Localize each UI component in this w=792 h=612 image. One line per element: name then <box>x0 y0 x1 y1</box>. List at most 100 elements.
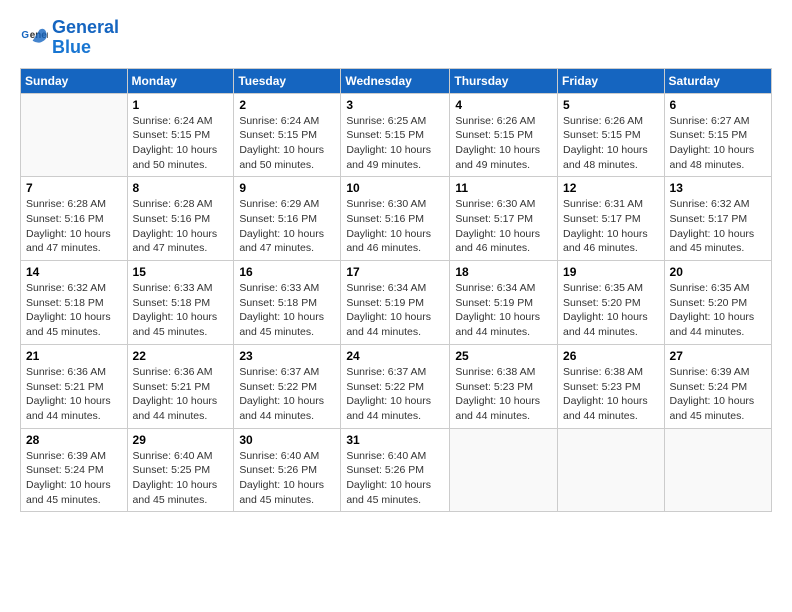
logo-icon: G eneral <box>20 24 48 52</box>
day-number: 1 <box>133 98 229 112</box>
day-number: 19 <box>563 265 659 279</box>
calendar-cell: 19 Sunrise: 6:35 AMSunset: 5:20 PMDayligh… <box>558 261 665 345</box>
day-number: 21 <box>26 349 122 363</box>
calendar-cell: 29 Sunrise: 6:40 AMSunset: 5:25 PMDayligh… <box>127 428 234 512</box>
day-number: 25 <box>455 349 552 363</box>
calendar-cell: 13 Sunrise: 6:32 AMSunset: 5:17 PMDayligh… <box>664 177 771 261</box>
day-number: 5 <box>563 98 659 112</box>
day-detail: Sunrise: 6:35 AMSunset: 5:20 PMDaylight:… <box>670 281 766 340</box>
svg-text:G: G <box>21 30 29 41</box>
day-number: 6 <box>670 98 766 112</box>
day-number: 27 <box>670 349 766 363</box>
weekday-header-saturday: Saturday <box>664 68 771 93</box>
calendar-cell: 8 Sunrise: 6:28 AMSunset: 5:16 PMDaylight… <box>127 177 234 261</box>
day-detail: Sunrise: 6:30 AMSunset: 5:17 PMDaylight:… <box>455 197 552 256</box>
day-detail: Sunrise: 6:24 AMSunset: 5:15 PMDaylight:… <box>239 114 335 173</box>
calendar-cell: 18Sunrise: 6:34 AMSunset: 5:19 PMDayligh… <box>450 261 558 345</box>
day-number: 12 <box>563 181 659 195</box>
calendar-cell: 21Sunrise: 6:36 AMSunset: 5:21 PMDayligh… <box>21 344 128 428</box>
header: G eneral GeneralBlue <box>20 18 772 58</box>
calendar-cell: 30 Sunrise: 6:40 AMSunset: 5:26 PMDayligh… <box>234 428 341 512</box>
calendar-cell: 1 Sunrise: 6:24 AMSunset: 5:15 PMDaylight… <box>127 93 234 177</box>
day-detail: Sunrise: 6:40 AMSunset: 5:25 PMDaylight:… <box>133 449 229 508</box>
calendar-week-row: 28 Sunrise: 6:39 AMSunset: 5:24 PMDayligh… <box>21 428 772 512</box>
day-detail: Sunrise: 6:39 AMSunset: 5:24 PMDaylight:… <box>670 365 766 424</box>
logo-text: GeneralBlue <box>52 18 119 58</box>
weekday-header-monday: Monday <box>127 68 234 93</box>
calendar-cell: 23Sunrise: 6:37 AMSunset: 5:22 PMDayligh… <box>234 344 341 428</box>
calendar-cell <box>558 428 665 512</box>
weekday-header-tuesday: Tuesday <box>234 68 341 93</box>
day-detail: Sunrise: 6:31 AMSunset: 5:17 PMDaylight:… <box>563 197 659 256</box>
calendar-header-row: SundayMondayTuesdayWednesdayThursdayFrid… <box>21 68 772 93</box>
day-number: 3 <box>346 98 444 112</box>
day-number: 9 <box>239 181 335 195</box>
calendar-week-row: 7 Sunrise: 6:28 AMSunset: 5:16 PMDaylight… <box>21 177 772 261</box>
day-detail: Sunrise: 6:39 AMSunset: 5:24 PMDaylight:… <box>26 449 122 508</box>
day-detail: Sunrise: 6:24 AMSunset: 5:15 PMDaylight:… <box>133 114 229 173</box>
day-number: 23 <box>239 349 335 363</box>
calendar-cell: 4Sunrise: 6:26 AMSunset: 5:15 PMDaylight… <box>450 93 558 177</box>
day-detail: Sunrise: 6:40 AMSunset: 5:26 PMDaylight:… <box>239 449 335 508</box>
day-detail: Sunrise: 6:36 AMSunset: 5:21 PMDaylight:… <box>133 365 229 424</box>
calendar-cell: 17 Sunrise: 6:34 AMSunset: 5:19 PMDayligh… <box>341 261 450 345</box>
day-number: 11 <box>455 181 552 195</box>
calendar-cell: 16Sunrise: 6:33 AMSunset: 5:18 PMDayligh… <box>234 261 341 345</box>
day-number: 15 <box>133 265 229 279</box>
day-detail: Sunrise: 6:28 AMSunset: 5:16 PMDaylight:… <box>133 197 229 256</box>
calendar-cell: 25Sunrise: 6:38 AMSunset: 5:23 PMDayligh… <box>450 344 558 428</box>
day-detail: Sunrise: 6:28 AMSunset: 5:16 PMDaylight:… <box>26 197 122 256</box>
calendar-cell: 9 Sunrise: 6:29 AMSunset: 5:16 PMDaylight… <box>234 177 341 261</box>
day-number: 17 <box>346 265 444 279</box>
day-detail: Sunrise: 6:37 AMSunset: 5:22 PMDaylight:… <box>346 365 444 424</box>
calendar-week-row: 14 Sunrise: 6:32 AMSunset: 5:18 PMDayligh… <box>21 261 772 345</box>
calendar-cell: 15 Sunrise: 6:33 AMSunset: 5:18 PMDayligh… <box>127 261 234 345</box>
day-number: 13 <box>670 181 766 195</box>
day-detail: Sunrise: 6:34 AMSunset: 5:19 PMDaylight:… <box>455 281 552 340</box>
logo: G eneral GeneralBlue <box>20 18 119 58</box>
day-number: 29 <box>133 433 229 447</box>
calendar-table: SundayMondayTuesdayWednesdayThursdayFrid… <box>20 68 772 513</box>
weekday-header-sunday: Sunday <box>21 68 128 93</box>
day-detail: Sunrise: 6:27 AMSunset: 5:15 PMDaylight:… <box>670 114 766 173</box>
page: G eneral GeneralBlue SundayMondayTuesday… <box>0 0 792 522</box>
calendar-cell: 24 Sunrise: 6:37 AMSunset: 5:22 PMDayligh… <box>341 344 450 428</box>
day-number: 7 <box>26 181 122 195</box>
day-detail: Sunrise: 6:29 AMSunset: 5:16 PMDaylight:… <box>239 197 335 256</box>
calendar-cell <box>21 93 128 177</box>
calendar-cell: 5Sunrise: 6:26 AMSunset: 5:15 PMDaylight… <box>558 93 665 177</box>
calendar-cell: 2 Sunrise: 6:24 AMSunset: 5:15 PMDaylight… <box>234 93 341 177</box>
calendar-cell: 22Sunrise: 6:36 AMSunset: 5:21 PMDayligh… <box>127 344 234 428</box>
day-detail: Sunrise: 6:32 AMSunset: 5:18 PMDaylight:… <box>26 281 122 340</box>
day-number: 24 <box>346 349 444 363</box>
calendar-week-row: 21 Sunrise: 6:36 AMSunset: 5:21 PMDayligh… <box>21 344 772 428</box>
weekday-header-wednesday: Wednesday <box>341 68 450 93</box>
day-number: 26 <box>563 349 659 363</box>
day-number: 10 <box>346 181 444 195</box>
day-number: 20 <box>670 265 766 279</box>
day-number: 30 <box>239 433 335 447</box>
day-detail: Sunrise: 6:35 AMSunset: 5:20 PMDaylight:… <box>563 281 659 340</box>
day-number: 2 <box>239 98 335 112</box>
calendar-cell: 3 Sunrise: 6:25 AMSunset: 5:15 PMDaylight… <box>341 93 450 177</box>
day-number: 4 <box>455 98 552 112</box>
calendar-cell <box>664 428 771 512</box>
day-detail: Sunrise: 6:33 AMSunset: 5:18 PMDaylight:… <box>133 281 229 340</box>
day-detail: Sunrise: 6:32 AMSunset: 5:17 PMDaylight:… <box>670 197 766 256</box>
calendar-cell: 10Sunrise: 6:30 AMSunset: 5:16 PMDayligh… <box>341 177 450 261</box>
day-detail: Sunrise: 6:25 AMSunset: 5:15 PMDaylight:… <box>346 114 444 173</box>
day-number: 31 <box>346 433 444 447</box>
day-number: 14 <box>26 265 122 279</box>
day-number: 8 <box>133 181 229 195</box>
calendar-cell: 7 Sunrise: 6:28 AMSunset: 5:16 PMDaylight… <box>21 177 128 261</box>
day-number: 16 <box>239 265 335 279</box>
calendar-cell: 11 Sunrise: 6:30 AMSunset: 5:17 PMDayligh… <box>450 177 558 261</box>
calendar-cell: 20 Sunrise: 6:35 AMSunset: 5:20 PMDayligh… <box>664 261 771 345</box>
calendar-cell: 14 Sunrise: 6:32 AMSunset: 5:18 PMDayligh… <box>21 261 128 345</box>
calendar-cell <box>450 428 558 512</box>
day-number: 28 <box>26 433 122 447</box>
day-detail: Sunrise: 6:34 AMSunset: 5:19 PMDaylight:… <box>346 281 444 340</box>
day-detail: Sunrise: 6:40 AMSunset: 5:26 PMDaylight:… <box>346 449 444 508</box>
calendar-cell: 27 Sunrise: 6:39 AMSunset: 5:24 PMDayligh… <box>664 344 771 428</box>
calendar-cell: 28 Sunrise: 6:39 AMSunset: 5:24 PMDayligh… <box>21 428 128 512</box>
